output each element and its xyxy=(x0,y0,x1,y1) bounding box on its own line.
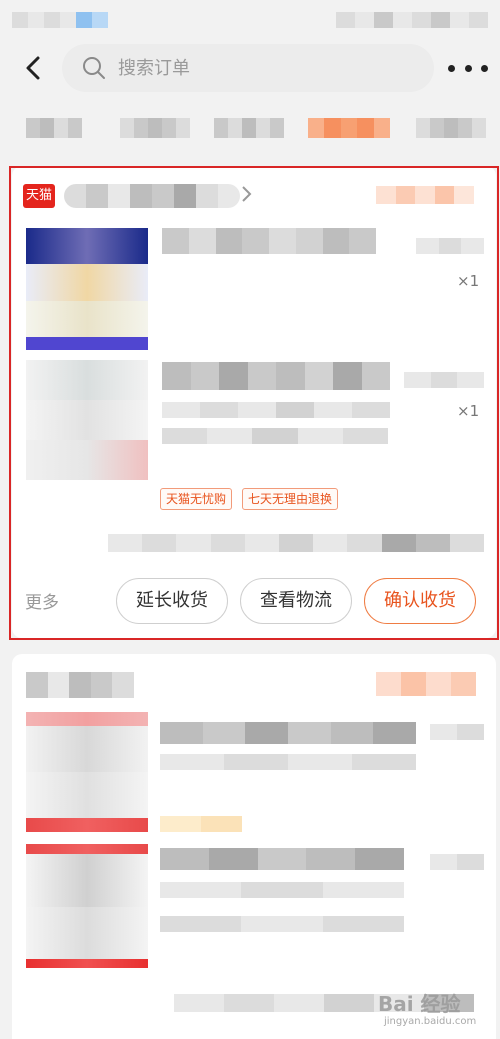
watermark-url: jingyan.baidu.com xyxy=(384,1016,477,1027)
watermark-brand: Bai 经验 xyxy=(378,992,461,1016)
product-image-1-blurred[interactable] xyxy=(26,228,148,350)
extend-receipt-button[interactable]: 延长收货 xyxy=(116,578,228,624)
chevron-left-icon xyxy=(26,56,40,80)
confirm-receipt-button[interactable]: 确认收货 xyxy=(364,578,476,624)
order-status-tabs xyxy=(0,104,500,152)
shop-name-2-blurred[interactable] xyxy=(26,672,134,698)
order-card: 天猫 ×1 ×1 天猫无忧购 七天无理由退换 更多 延长收货 查看物流 确认收货 xyxy=(12,166,496,638)
tab-blurred-4-active[interactable] xyxy=(308,118,390,138)
order-status-2-blurred xyxy=(376,672,476,696)
tmall-logo: 天猫 xyxy=(23,184,55,208)
tag-tmall-worry-free: 天猫无忧购 xyxy=(160,488,233,510)
status-bar xyxy=(0,0,500,38)
product-spec-3-blurred xyxy=(160,754,416,770)
status-bar-right-blurred xyxy=(336,12,488,28)
product-spec-2b-blurred xyxy=(162,428,388,444)
product-spec-2-blurred xyxy=(162,402,390,418)
product-image-3-blurred[interactable] xyxy=(26,712,148,832)
header xyxy=(0,38,500,98)
product-title-4-blurred[interactable] xyxy=(160,848,404,870)
quantity-1: ×1 xyxy=(457,272,480,290)
tag-seven-day-return: 七天无理由退换 xyxy=(242,488,339,510)
order-card-2 xyxy=(12,654,496,1039)
product-spec-4b-blurred xyxy=(160,916,404,932)
shop-name-blurred[interactable] xyxy=(64,184,240,208)
tab-blurred-5[interactable] xyxy=(416,118,486,138)
status-bar-left-blurred xyxy=(12,12,108,28)
product-tag-3-blurred xyxy=(160,816,242,832)
view-logistics-button[interactable]: 查看物流 xyxy=(240,578,352,624)
product-title-1-blurred[interactable] xyxy=(162,228,376,254)
baidu-jingyan-watermark: Bai 经验 jingyan.baidu.com xyxy=(378,988,490,1032)
product-price-3-blurred xyxy=(430,724,484,740)
product-price-1-blurred xyxy=(416,238,484,254)
order-total-blurred xyxy=(108,534,484,552)
tab-blurred-1[interactable] xyxy=(26,118,82,138)
more-options-icon[interactable] xyxy=(448,56,488,80)
tab-blurred-3[interactable] xyxy=(214,118,284,138)
quantity-2: ×1 xyxy=(457,402,480,420)
product-image-4-blurred[interactable] xyxy=(26,844,148,968)
search-icon xyxy=(83,57,105,79)
product-title-3-blurred[interactable] xyxy=(160,722,416,744)
more-actions-link[interactable]: 更多 xyxy=(25,588,59,613)
product-price-2-blurred xyxy=(404,372,484,388)
search-input[interactable] xyxy=(118,44,418,92)
order-status-blurred xyxy=(376,186,474,204)
chevron-right-icon xyxy=(242,186,252,202)
product-spec-4-blurred xyxy=(160,882,404,898)
back-button[interactable] xyxy=(20,52,50,84)
product-price-4-blurred xyxy=(430,854,484,870)
product-title-2-blurred[interactable] xyxy=(162,362,390,390)
search-bar[interactable] xyxy=(62,44,434,92)
tab-blurred-2[interactable] xyxy=(120,118,190,138)
product-image-2-blurred[interactable] xyxy=(26,360,148,480)
